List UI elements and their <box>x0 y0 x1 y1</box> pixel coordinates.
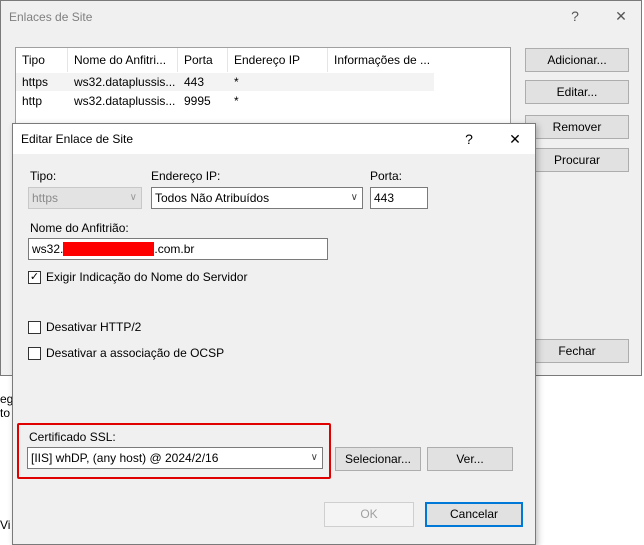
type-label: Tipo: <box>30 169 57 183</box>
hostname-label: Nome do Anfitrião: <box>30 221 129 235</box>
column-header-ip[interactable]: Endereço IP <box>228 48 328 72</box>
http2-label: Desativar HTTP/2 <box>46 320 142 334</box>
cell-type: https <box>22 75 49 89</box>
bindings-list[interactable]: Tipo Nome do Anfitri... Porta Endereço I… <box>15 47 511 127</box>
column-header-port[interactable]: Porta <box>178 48 228 72</box>
remove-button[interactable]: Remover <box>525 115 629 139</box>
chevron-down-icon: ∨ <box>310 452 318 463</box>
table-row[interactable]: https ws32.dataplussis... 443 * <box>16 73 434 91</box>
background-fragment-text: to <box>0 406 11 420</box>
select-certificate-button[interactable]: Selecionar... <box>335 447 421 471</box>
ok-button[interactable]: OK <box>324 502 414 527</box>
ssl-certificate-select[interactable]: [IIS] whDP, (any host) @ 2024/2/16 ∨ <box>27 447 323 469</box>
add-button[interactable]: Adicionar... <box>525 48 629 72</box>
port-input[interactable]: 443 <box>370 187 428 209</box>
dialog-title: Editar Enlace de Site <box>21 132 134 146</box>
sni-checkbox[interactable]: ✓ <box>28 271 41 284</box>
column-header-info[interactable]: Informações de ... <box>328 48 432 72</box>
close-icon[interactable]: ✕ <box>505 129 525 149</box>
chevron-down-icon: ∨ <box>350 192 358 203</box>
column-header-type[interactable]: Tipo <box>16 48 68 72</box>
cell-hostname: ws32.dataplussis... <box>74 75 176 89</box>
cell-port: 443 <box>184 75 205 89</box>
chevron-down-icon: ∨ <box>129 192 137 203</box>
redaction-mark <box>63 242 155 256</box>
hostname-prefix: ws32. <box>32 242 64 256</box>
window-title: Enlaces de Site <box>9 10 93 24</box>
ip-select[interactable]: Todos Não Atribuídos ∨ <box>151 187 363 209</box>
cancel-button[interactable]: Cancelar <box>425 502 523 527</box>
background-fragment-text: Vi <box>0 518 11 532</box>
http2-checkbox[interactable] <box>28 321 41 334</box>
cell-type: http <box>22 94 43 108</box>
ip-label: Endereço IP: <box>151 169 221 183</box>
type-select-value: https <box>32 191 59 205</box>
help-button[interactable]: ? <box>459 129 479 149</box>
browse-button[interactable]: Procurar <box>525 148 629 172</box>
cell-ip: * <box>234 75 239 89</box>
edit-button[interactable]: Editar... <box>525 80 629 104</box>
ocsp-checkbox[interactable] <box>28 347 41 360</box>
hostname-suffix: .com.br <box>154 242 195 256</box>
close-button[interactable]: Fechar <box>525 339 629 363</box>
column-header-hostname[interactable]: Nome do Anfitri... <box>68 48 178 72</box>
cell-hostname: ws32.dataplussis... <box>74 94 176 108</box>
cell-ip: * <box>234 94 239 108</box>
port-label: Porta: <box>370 169 403 183</box>
edit-binding-dialog: Editar Enlace de Site ? ✕ Tipo: https ∨ … <box>12 123 536 545</box>
type-select: https ∨ <box>28 187 142 209</box>
ssl-certificate-value: [IIS] whDP, (any host) @ 2024/2/16 <box>31 451 219 465</box>
cell-port: 9995 <box>184 94 211 108</box>
ssl-label: Certificado SSL: <box>29 430 116 444</box>
ip-select-value: Todos Não Atribuídos <box>155 191 270 205</box>
table-row[interactable]: http ws32.dataplussis... 9995 * <box>16 92 434 110</box>
close-icon[interactable]: ✕ <box>611 6 631 26</box>
view-certificate-button[interactable]: Ver... <box>427 447 513 471</box>
help-button[interactable]: ? <box>565 6 585 26</box>
ocsp-label: Desativar a associação de OCSP <box>46 346 225 360</box>
hostname-input[interactable]: ws32. .com.br <box>28 238 328 260</box>
sni-label: Exigir Indicação do Nome do Servidor <box>46 270 248 284</box>
